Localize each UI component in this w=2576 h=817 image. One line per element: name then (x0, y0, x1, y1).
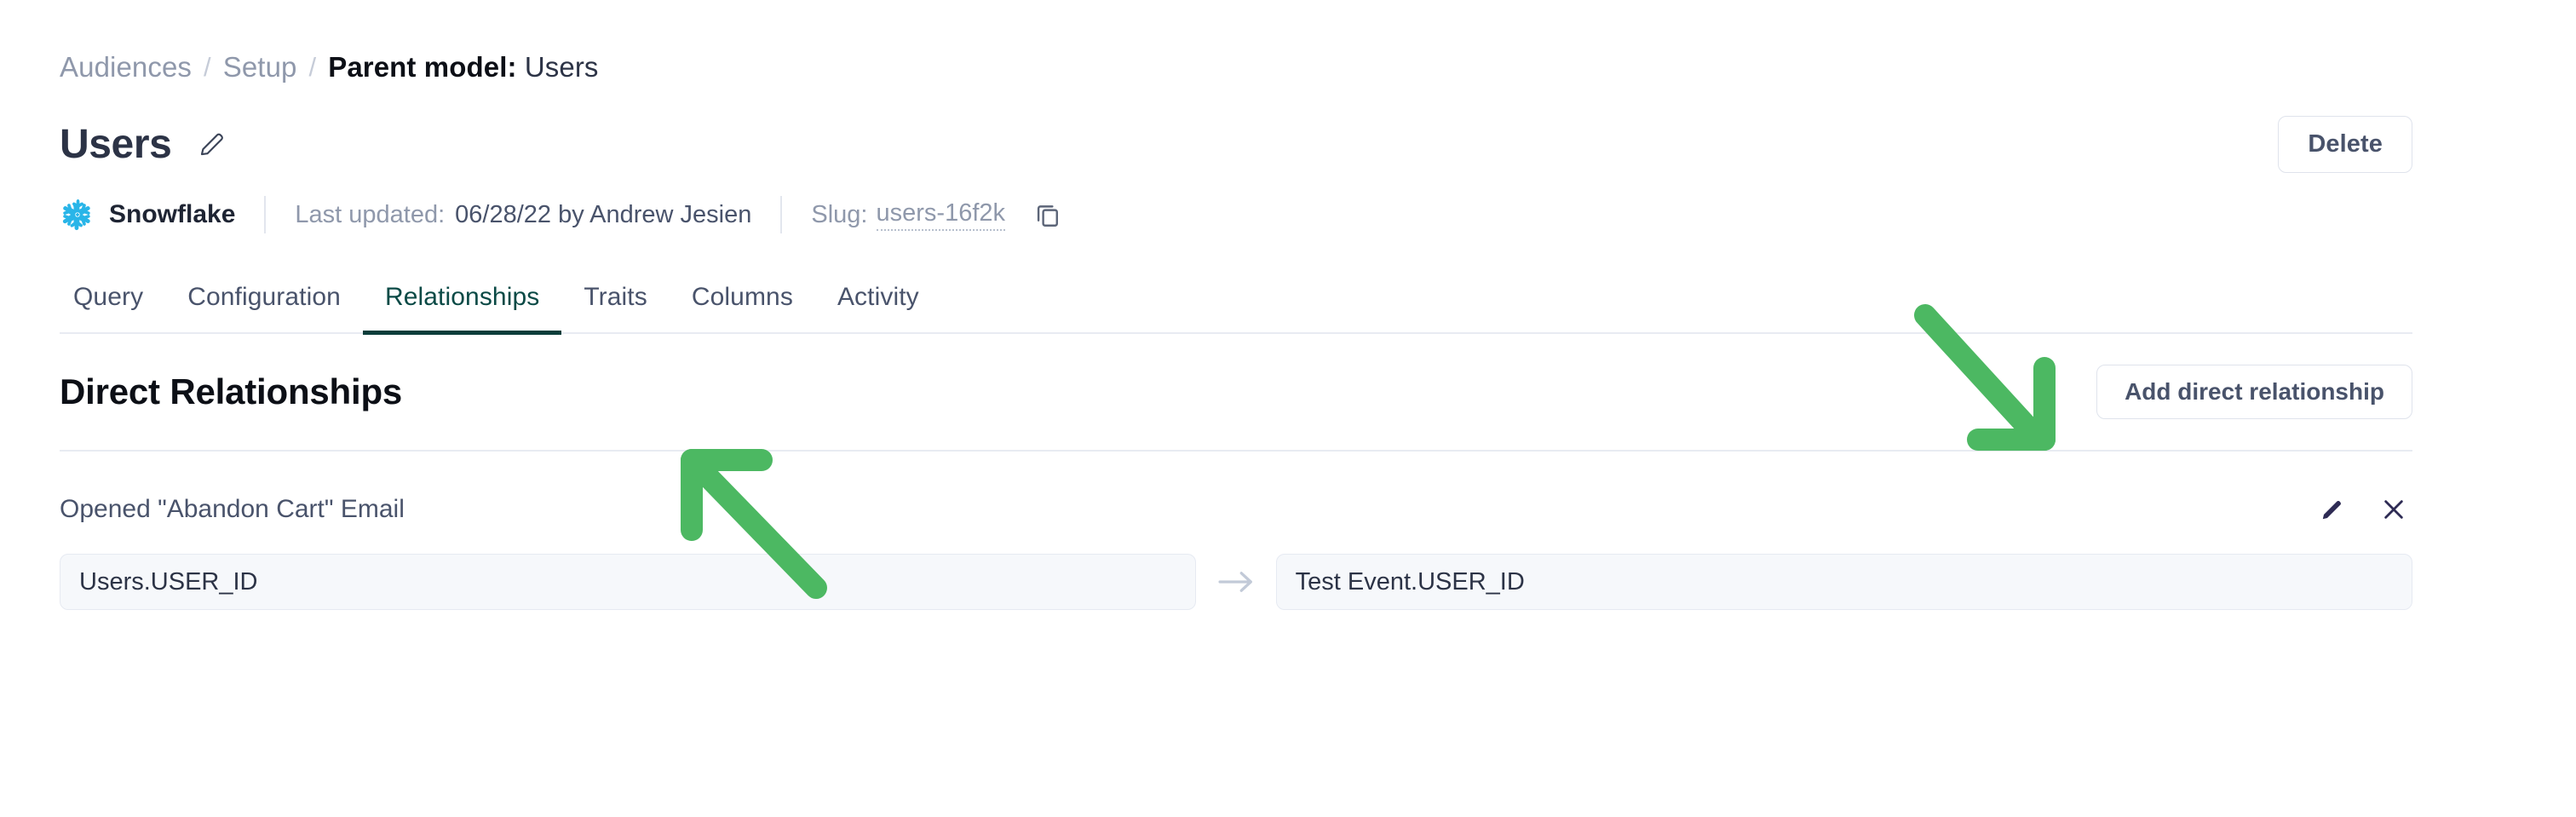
page-content: Audiences / Setup / Parent model: Users … (60, 0, 2412, 610)
slug-value: users-16f2k (876, 199, 1006, 231)
meta-divider (780, 196, 783, 233)
tab-activity[interactable]: Activity (815, 283, 941, 335)
relationship-header: Opened "Abandon Cart" Email (60, 491, 2412, 528)
relationship-card: Opened "Abandon Cart" Email Users.USER_I… (60, 452, 2412, 610)
delete-button[interactable]: Delete (2278, 115, 2412, 173)
pencil-icon (2322, 501, 2341, 520)
relationship-name: Opened "Abandon Cart" Email (60, 495, 405, 523)
relationship-actions (2314, 491, 2412, 528)
breadcrumb: Audiences / Setup / Parent model: Users (60, 0, 2412, 83)
add-direct-relationship-button[interactable]: Add direct relationship (2096, 365, 2412, 419)
parent-model-page: Audiences / Setup / Parent model: Users … (0, 0, 2576, 817)
tab-query[interactable]: Query (73, 283, 165, 335)
tab-configuration[interactable]: Configuration (165, 283, 363, 335)
join-arrow (1196, 568, 1275, 595)
copy-icon (1037, 205, 1058, 227)
meta-row: Snowflake Last updated: 06/28/22 by Andr… (60, 191, 2412, 239)
snowflake-icon (62, 198, 90, 231)
last-updated-label: Last updated: (295, 200, 446, 228)
edit-relationship-button[interactable] (2314, 491, 2351, 528)
source-name: Snowflake (109, 200, 236, 228)
last-updated-value: 06/28/22 by Andrew Jesien (455, 200, 752, 228)
edit-title-button[interactable] (193, 125, 231, 163)
breadcrumb-separator: / (204, 52, 211, 82)
source-badge: Snowflake (60, 197, 235, 233)
relationship-right-field[interactable]: Test Event.USER_ID (1275, 554, 2412, 610)
meta-divider (264, 196, 267, 233)
arrow-right-icon (1218, 572, 1252, 592)
breadcrumb-item-audiences[interactable]: Audiences (60, 51, 192, 83)
copy-slug-button[interactable] (1031, 198, 1065, 232)
relationship-fields: Users.USER_ID Test Event.USER_ID (60, 554, 2412, 610)
tab-columns[interactable]: Columns (670, 283, 815, 335)
page-title: Users (60, 121, 172, 167)
tab-bar: Query Configuration Relationships Traits… (60, 273, 2412, 335)
breadcrumb-separator: / (308, 52, 317, 82)
tab-relationships[interactable]: Relationships (362, 283, 562, 335)
remove-relationship-button[interactable] (2375, 491, 2412, 528)
tab-traits[interactable]: Traits (561, 283, 670, 335)
slug-label: Slug: (811, 200, 868, 228)
breadcrumb-item-setup[interactable]: Setup (223, 51, 297, 83)
section-header: Direct Relationships Add direct relation… (60, 334, 2412, 452)
section-title: Direct Relationships (60, 371, 403, 411)
pencil-icon (201, 133, 224, 156)
breadcrumb-current: Parent model: Users (328, 51, 598, 83)
close-icon (2384, 500, 2403, 519)
breadcrumb-current-object: Users (524, 51, 599, 83)
relationship-left-field[interactable]: Users.USER_ID (60, 554, 1197, 610)
breadcrumb-current-prefix: Parent model: (328, 51, 517, 83)
title-row: Users Delete (60, 114, 2412, 174)
